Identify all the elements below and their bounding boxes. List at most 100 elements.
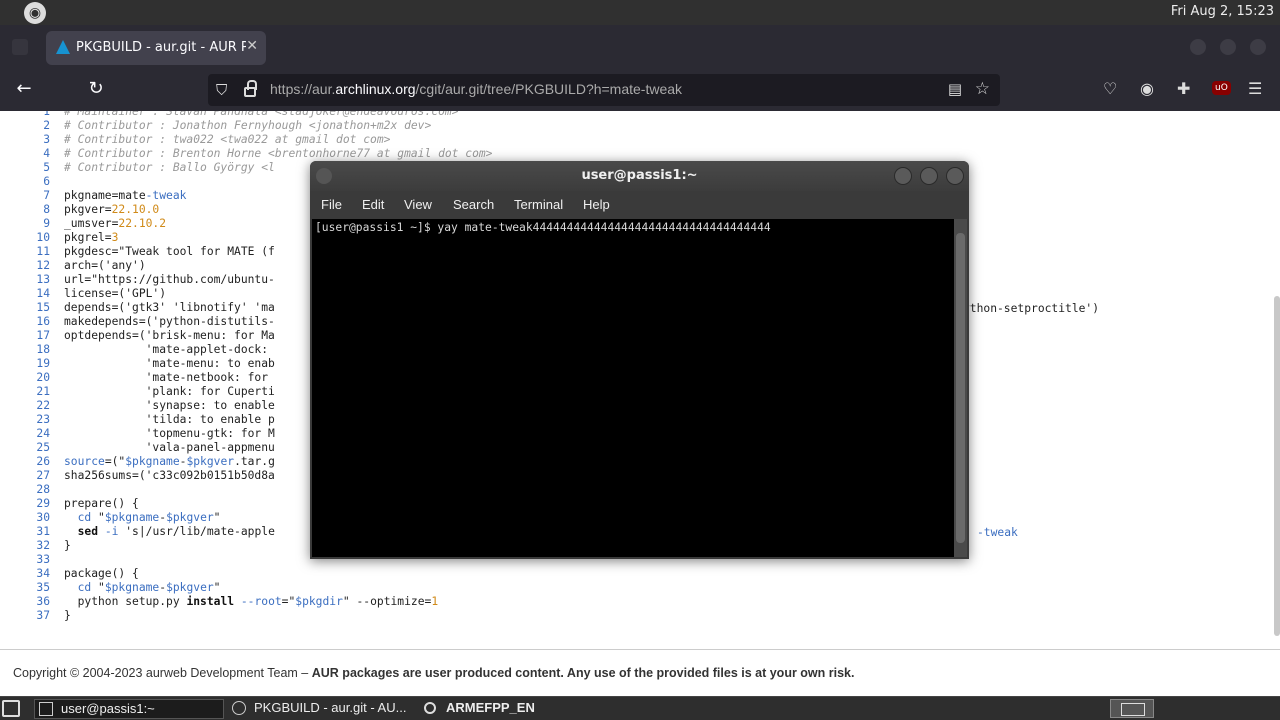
footer-notice: AUR packages are user produced content. … <box>311 666 855 680</box>
menu-help[interactable]: Help <box>583 197 610 212</box>
line-number[interactable]: 1 <box>14 111 50 119</box>
pocket-icon[interactable]: ♡ <box>1103 79 1117 98</box>
menu-view[interactable]: View <box>404 197 432 212</box>
tracking-shield-icon[interactable]: ⛉ <box>216 81 227 99</box>
back-arrow-icon[interactable]: ← <box>12 78 36 99</box>
terminal-close-button[interactable] <box>946 167 964 185</box>
top-panel: ◉ Fri Aug 2, 15:23 <box>0 0 1280 25</box>
task-terminal[interactable]: user@passis1:~ <box>34 699 224 719</box>
terminal-scrollbar[interactable] <box>954 219 967 557</box>
maximize-button[interactable] <box>1220 39 1236 55</box>
line-number[interactable]: 3 <box>14 133 50 147</box>
line-number[interactable]: 34 <box>14 567 50 581</box>
code-line: 'synapse: to enable <box>64 399 275 412</box>
account-icon[interactable]: ◉ <box>1140 79 1154 98</box>
line-number[interactable]: 27 <box>14 469 50 483</box>
terminal-menubar: File Edit View Search Terminal Help <box>310 191 969 219</box>
line-number[interactable]: 7 <box>14 189 50 203</box>
close-button[interactable] <box>1250 39 1266 55</box>
arch-favicon-icon <box>56 40 70 54</box>
ublock-icon[interactable]: uO <box>1212 81 1231 95</box>
tab-bar: PKGBUILD - aur.git - AUR P ✕ <box>0 25 1280 69</box>
line-number[interactable]: 21 <box>14 385 50 399</box>
line-number[interactable]: 10 <box>14 231 50 245</box>
clock[interactable]: Fri Aug 2, 15:23 <box>1171 4 1274 19</box>
terminal-maximize-button[interactable] <box>920 167 938 185</box>
code-line: sed -i 's|/usr/lib/mate-apple <box>77 525 275 538</box>
menu-search[interactable]: Search <box>453 197 494 212</box>
terminal-title: user@passis1:~ <box>581 168 698 183</box>
task-browser[interactable]: PKGBUILD - aur.git - AU... <box>228 699 414 719</box>
line-number[interactable]: 31 <box>14 525 50 539</box>
line-number[interactable]: 37 <box>14 609 50 623</box>
line-number[interactable]: 9 <box>14 217 50 231</box>
code-line: pkgrel=3 <box>64 231 119 244</box>
line-number[interactable]: 8 <box>14 203 50 217</box>
line-number[interactable]: 18 <box>14 343 50 357</box>
line-number[interactable]: 20 <box>14 371 50 385</box>
code-line: 'mate-applet-dock: <box>64 343 269 356</box>
show-desktop-icon[interactable] <box>2 700 20 717</box>
line-number[interactable]: 6 <box>14 175 50 189</box>
terminal-minimize-button[interactable] <box>894 167 912 185</box>
code-line: # Contributor : Brenton Horne <brentonho… <box>64 147 493 160</box>
line-number[interactable]: 35 <box>14 581 50 595</box>
workspace-switcher[interactable] <box>1110 699 1154 718</box>
line-number[interactable]: 17 <box>14 329 50 343</box>
line-number[interactable]: 30 <box>14 511 50 525</box>
record-icon <box>424 702 436 714</box>
line-number[interactable]: 16 <box>14 315 50 329</box>
minimize-button[interactable] <box>1190 39 1206 55</box>
menu-terminal[interactable]: Terminal <box>514 197 563 212</box>
line-number[interactable]: 12 <box>14 259 50 273</box>
code-line: package() { <box>64 567 139 580</box>
line-number[interactable]: 24 <box>14 427 50 441</box>
line-number[interactable]: 13 <box>14 273 50 287</box>
code-line: # Contributor : Jonathon Fernyhough <jon… <box>64 119 432 132</box>
line-number[interactable]: 29 <box>14 497 50 511</box>
tab-close-icon[interactable]: ✕ <box>246 38 258 54</box>
line-number[interactable]: 4 <box>14 147 50 161</box>
line-number[interactable]: 2 <box>14 119 50 133</box>
menu-edit[interactable]: Edit <box>362 197 384 212</box>
browser-task-icon <box>232 701 246 715</box>
code-line: } <box>64 609 71 622</box>
menu-file[interactable]: File <box>321 197 342 212</box>
sed-overflow-text: -tweak <box>977 526 1018 539</box>
line-number[interactable]: 25 <box>14 441 50 455</box>
line-number[interactable]: 14 <box>14 287 50 301</box>
terminal-scroll-thumb[interactable] <box>956 233 965 543</box>
tab-pkgbuild[interactable]: PKGBUILD - aur.git - AUR P ✕ <box>46 31 266 65</box>
url-text[interactable]: https://aur.archlinux.org/cgit/aur.git/t… <box>270 81 682 97</box>
reader-view-icon[interactable]: ▤ <box>948 80 962 98</box>
terminal-window[interactable]: user@passis1:~ File Edit View Search Ter… <box>310 161 969 559</box>
terminal-screen[interactable]: [user@passis1 ~]$ yay mate-tweak44444444… <box>312 219 954 557</box>
code-line: 'vala-panel-appmenu <box>64 441 275 454</box>
bookmark-star-icon[interactable]: ☆ <box>975 79 990 99</box>
line-number[interactable]: 33 <box>14 553 50 567</box>
code-line: 'topmenu-gtk: for M <box>64 427 275 440</box>
line-number[interactable]: 5 <box>14 161 50 175</box>
firefox-view-icon[interactable] <box>12 39 28 55</box>
line-number[interactable]: 28 <box>14 483 50 497</box>
distro-logo-icon[interactable]: ◉ <box>24 2 46 24</box>
window-controls <box>1176 39 1266 59</box>
line-number[interactable]: 36 <box>14 595 50 609</box>
task-keyboard-layout[interactable]: ARMEFPP_EN <box>420 699 580 719</box>
code-line: pkgver=22.10.0 <box>64 203 160 216</box>
extensions-icon[interactable]: ✚ <box>1177 79 1190 98</box>
page-scrollbar[interactable] <box>1274 296 1280 636</box>
line-number[interactable]: 26 <box>14 455 50 469</box>
menu-hamburger-icon[interactable]: ☰ <box>1248 79 1262 98</box>
lock-icon[interactable] <box>244 80 257 97</box>
line-number[interactable]: 19 <box>14 357 50 371</box>
terminal-titlebar[interactable]: user@passis1:~ <box>310 161 969 191</box>
url-bar[interactable]: ⛉ https://aur.archlinux.org/cgit/aur.git… <box>208 74 1000 106</box>
reload-icon[interactable]: ↻ <box>84 78 108 99</box>
line-number[interactable]: 15 <box>14 301 50 315</box>
code-line: makedepends=('python-distutils- <box>64 315 275 328</box>
line-number[interactable]: 32 <box>14 539 50 553</box>
line-number[interactable]: 23 <box>14 413 50 427</box>
line-number[interactable]: 11 <box>14 245 50 259</box>
line-number[interactable]: 22 <box>14 399 50 413</box>
